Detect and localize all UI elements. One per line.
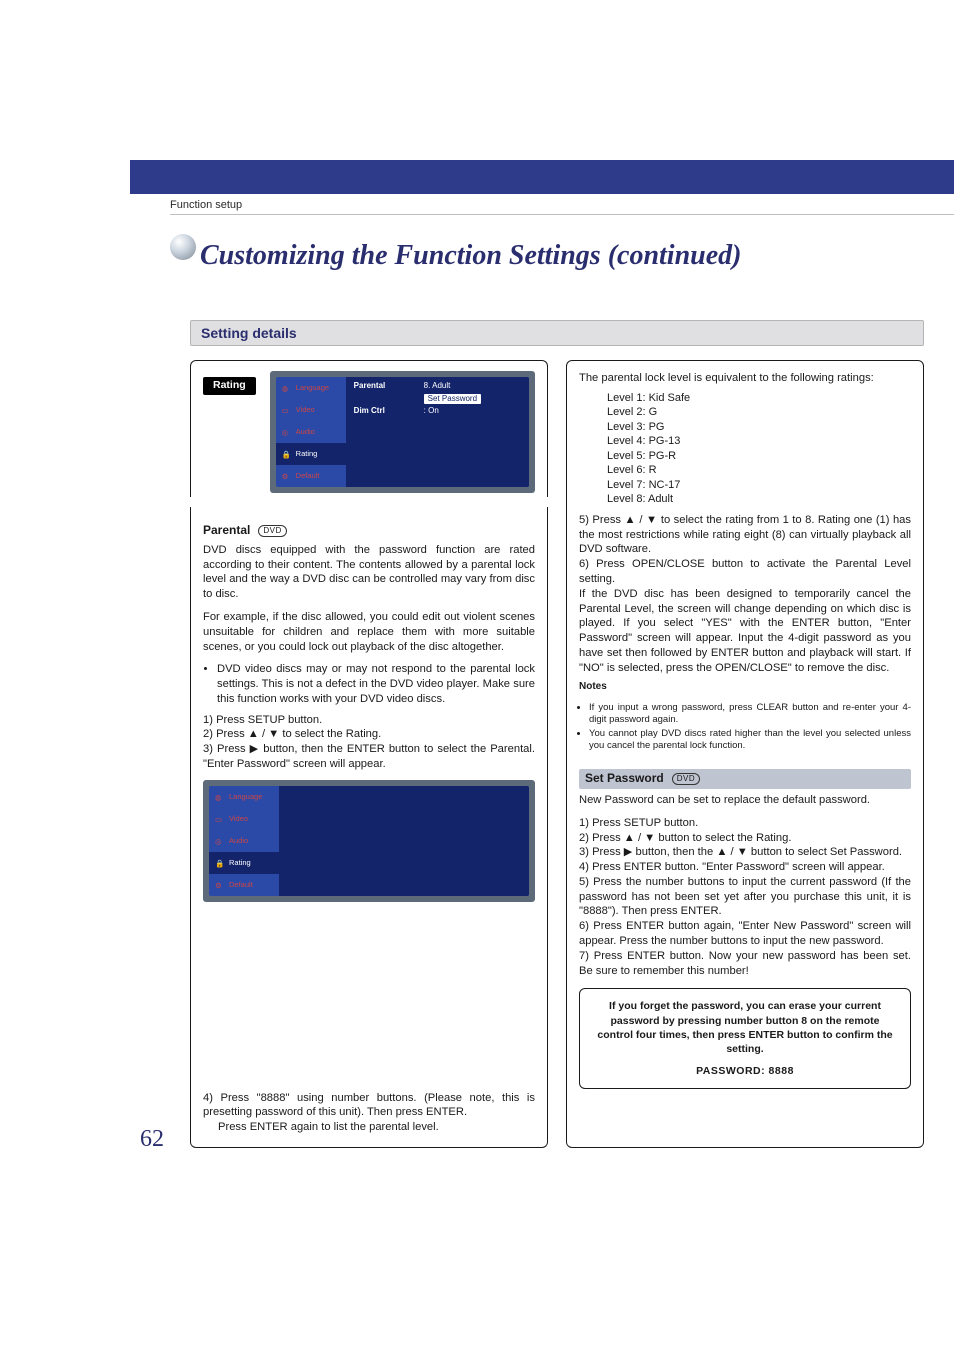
forgot-text: If you forget the password, you can eras… bbox=[594, 999, 896, 1056]
forgot-password-box: If you forget the password, you can eras… bbox=[579, 988, 911, 1089]
header-divider bbox=[170, 214, 954, 215]
rating-pill: Rating bbox=[203, 377, 256, 395]
osd1-row-dimctrl: Dim Ctrl: On bbox=[354, 406, 521, 417]
lock-icon: 🔒 bbox=[215, 859, 225, 867]
breadcrumb: Function setup bbox=[170, 199, 242, 211]
level-3: Level 3: PG bbox=[607, 420, 911, 435]
osd1-tab-audio: ◎Audio bbox=[276, 421, 346, 443]
dvd-chip-icon: DVD bbox=[258, 525, 286, 538]
osd2-tab-rating: 🔒Rating bbox=[209, 852, 279, 874]
osd1-tab-default: ⚙Default bbox=[276, 465, 346, 487]
levels-intro: The parental lock level is equivalent to… bbox=[579, 371, 911, 386]
header-blue-bar bbox=[130, 160, 954, 194]
parental-step-5: 5) Press ▲ / ▼ to select the rating from… bbox=[579, 513, 911, 557]
section-heading: Setting details bbox=[190, 320, 924, 346]
disc-icon: ◎ bbox=[215, 837, 225, 845]
osd1-tab-language: ◍Language bbox=[276, 377, 346, 399]
lock-icon: 🔒 bbox=[282, 450, 292, 458]
note-1: If you input a wrong password, press CLE… bbox=[589, 702, 911, 726]
level-5: Level 5: PG-R bbox=[607, 449, 911, 464]
parental-para-2: For example, if the disc allowed, you co… bbox=[203, 610, 535, 654]
osd1-row-setpass: Set Password bbox=[354, 394, 521, 405]
level-1: Level 1: Kid Safe bbox=[607, 391, 911, 406]
note-2: You cannot play DVD discs rated higher t… bbox=[589, 728, 911, 752]
osd1-tab-video: ▭Video bbox=[276, 399, 346, 421]
level-6: Level 6: R bbox=[607, 463, 911, 478]
notes-list: If you input a wrong password, press CLE… bbox=[579, 702, 911, 754]
gear-icon: ⚙ bbox=[215, 881, 225, 889]
right-panel: The parental lock level is equivalent to… bbox=[566, 360, 924, 1148]
globe-icon: ◍ bbox=[215, 793, 225, 801]
tv-icon: ▭ bbox=[282, 406, 292, 414]
setpass-intro: New Password can be set to replace the d… bbox=[579, 793, 911, 808]
rating-osd-panel: Rating ◍Language ▭Video ◎Audio 🔒Rating ⚙… bbox=[190, 360, 548, 497]
page-title: Customizing the Function Settings (conti… bbox=[200, 240, 741, 272]
section-heading-text: Setting details bbox=[201, 325, 297, 341]
page-number: 62 bbox=[140, 1126, 164, 1153]
level-4: Level 4: PG-13 bbox=[607, 434, 911, 449]
osd1-row-parental: Parental8. Adult bbox=[354, 381, 521, 392]
level-7: Level 7: NC-17 bbox=[607, 478, 911, 493]
parental-heading: Parental bbox=[203, 523, 250, 539]
default-password: PASSWORD: 8888 bbox=[594, 1064, 896, 1078]
osd2-tab-language: ◍Language bbox=[209, 786, 279, 808]
notes-heading: Notes bbox=[579, 680, 911, 693]
level-8: Level 8: Adult bbox=[607, 492, 911, 507]
rating-levels-list: Level 1: Kid Safe Level 2: G Level 3: PG… bbox=[579, 391, 911, 507]
osd2-tab-audio: ◎Audio bbox=[209, 830, 279, 852]
osd2-tab-video: ▭Video bbox=[209, 808, 279, 830]
parental-para-1: DVD discs equipped with the password fun… bbox=[203, 543, 535, 602]
setpass-steps: 1) Press SETUP button. 2) Press ▲ / ▼ bu… bbox=[579, 816, 911, 979]
parental-step-6: 6) Press OPEN/CLOSE button to activate t… bbox=[579, 557, 911, 675]
title-sphere-icon bbox=[170, 234, 196, 260]
disc-icon: ◎ bbox=[282, 428, 292, 436]
osd2-tab-default: ⚙Default bbox=[209, 874, 279, 896]
parental-panel: Parental DVD DVD discs equipped with the… bbox=[190, 507, 548, 1148]
globe-icon: ◍ bbox=[282, 384, 292, 392]
osd1-tab-rating: 🔒Rating bbox=[276, 443, 346, 465]
setpassword-heading-bar: Set Password DVD bbox=[579, 769, 911, 789]
parental-steps-1-3: 1) Press SETUP button. 2) Press ▲ / ▼ to… bbox=[203, 713, 535, 772]
level-2: Level 2: G bbox=[607, 405, 911, 420]
osd-menu-2: ◍Language ▭Video ◎Audio 🔒Rating ⚙Default bbox=[203, 780, 535, 902]
dvd-chip-icon: DVD bbox=[672, 773, 700, 786]
parental-bullet: DVD video discs may or may not respond t… bbox=[217, 662, 535, 706]
gear-icon: ⚙ bbox=[282, 472, 292, 480]
osd-menu-1: ◍Language ▭Video ◎Audio 🔒Rating ⚙Default… bbox=[270, 371, 535, 493]
tv-icon: ▭ bbox=[215, 815, 225, 823]
setpassword-heading: Set Password bbox=[585, 771, 664, 787]
parental-step-4: 4) Press "8888" using number buttons. (P… bbox=[203, 1091, 535, 1135]
